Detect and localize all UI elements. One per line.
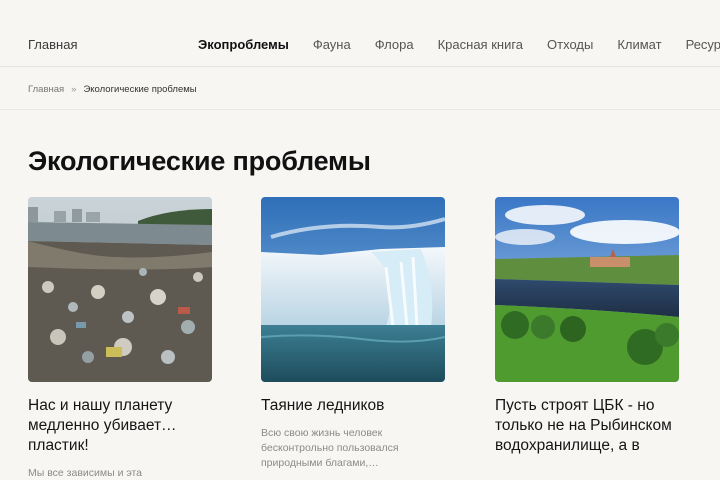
nav-home-link[interactable]: Главная <box>28 37 77 52</box>
breadcrumb-home-link[interactable]: Главная <box>28 84 64 95</box>
river-landscape-image[interactable] <box>495 197 679 382</box>
article-title[interactable]: Пусть строят ЦБК - но только не на Рыбин… <box>495 396 679 456</box>
article-description: Всю свою жизнь человек бесконтрольно пол… <box>261 427 399 469</box>
menu-item-resources[interactable]: Ресурсы <box>686 37 720 52</box>
article-title[interactable]: Нас и нашу планету медленно убивает… пла… <box>28 396 212 456</box>
breadcrumb-current: Экологические проблемы <box>83 84 197 95</box>
menu-item-flora[interactable]: Флора <box>375 37 414 52</box>
breadcrumb-separator: » <box>71 84 77 95</box>
menu-item-red-book[interactable]: Красная книга <box>438 37 523 52</box>
main-menu: Экопроблемы Фауна Флора Красная книга От… <box>198 37 720 52</box>
plastic-pollution-image[interactable] <box>28 197 212 382</box>
article-card-glaciers[interactable]: Таяние ледников Всю свою жизнь человек б… <box>261 197 445 471</box>
article-title[interactable]: Таяние ледников <box>261 396 445 416</box>
menu-item-waste[interactable]: Отходы <box>547 37 593 52</box>
breadcrumb: Главная » Экологические проблемы <box>28 84 197 95</box>
page-title: Экологические проблемы <box>28 146 371 176</box>
melting-glacier-image[interactable] <box>261 197 445 382</box>
menu-item-ecoproblems[interactable]: Экопроблемы <box>198 37 289 52</box>
breadcrumb-divider <box>0 109 720 110</box>
article-card-plastic[interactable]: Нас и нашу планету медленно убивает… пла… <box>28 197 212 480</box>
top-navigation: Главная Экопроблемы Фауна Флора Красная … <box>0 0 720 67</box>
menu-item-fauna[interactable]: Фауна <box>313 37 351 52</box>
menu-item-climate[interactable]: Климат <box>617 37 661 52</box>
article-description: Мы все зависимы и эта <box>28 467 143 479</box>
article-card-river[interactable]: Пусть строят ЦБК - но только не на Рыбин… <box>495 197 679 466</box>
